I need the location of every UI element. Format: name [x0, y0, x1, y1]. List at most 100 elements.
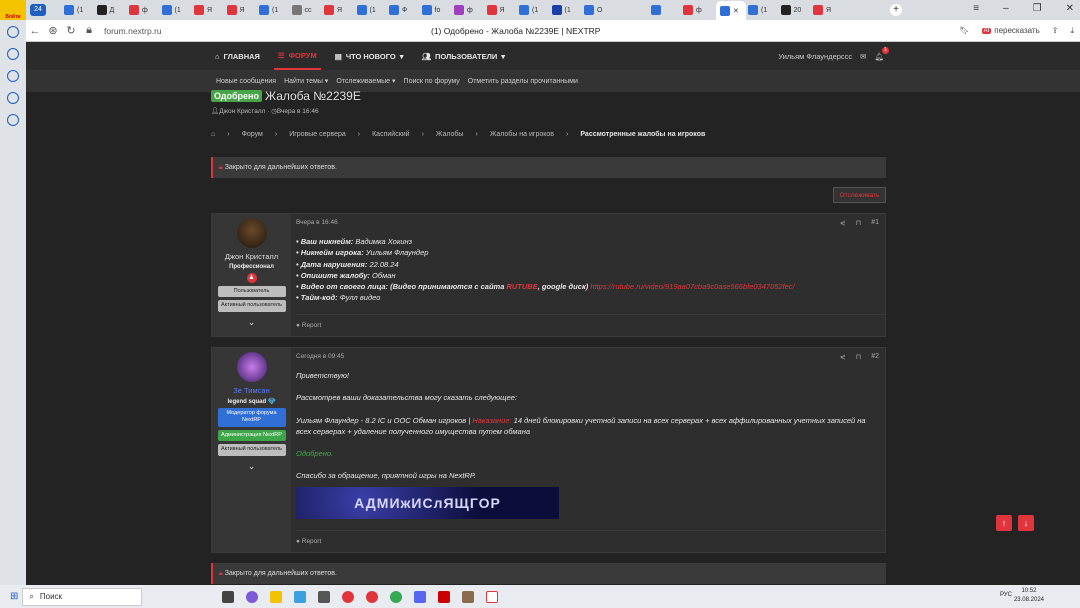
app-icon[interactable]: [318, 590, 331, 603]
translate-button[interactable]: AI пересказать: [981, 26, 1040, 35]
tab[interactable]: ф: [450, 2, 483, 18]
post-2-username[interactable]: Зе Тимсан: [212, 386, 291, 395]
calendar-icon[interactable]: [7, 92, 19, 104]
avatar[interactable]: [236, 218, 267, 248]
language-indicator[interactable]: РУС: [1000, 592, 1012, 598]
tab[interactable]: 20: [777, 2, 810, 18]
post-1-number[interactable]: #1: [871, 219, 879, 227]
opera-icon[interactable]: [342, 590, 355, 603]
chevron-down-icon[interactable]: ⌄: [212, 461, 291, 472]
tab[interactable]: Я: [190, 2, 223, 18]
minimize-icon[interactable]: –: [1003, 3, 1009, 14]
scroll-up-button[interactable]: ↑: [996, 515, 1012, 531]
tab[interactable]: [647, 2, 680, 18]
tab[interactable]: (1: [158, 2, 191, 18]
tab[interactable]: (1: [744, 2, 777, 18]
crumb-player-complaints[interactable]: Жалобы на игроков: [490, 131, 554, 138]
subnav-find-threads[interactable]: Найти темы ▾: [284, 77, 328, 85]
watch-button[interactable]: Отслеживать: [833, 187, 886, 203]
post-2-number[interactable]: #2: [871, 353, 879, 361]
app-icon[interactable]: [438, 590, 451, 603]
post-1-date[interactable]: Вчера в 16:46: [296, 219, 338, 226]
settings-icon[interactable]: [7, 114, 19, 126]
tab[interactable]: Ф: [385, 2, 418, 18]
report-button[interactable]: ● Report: [296, 314, 885, 336]
alerts-bell-icon[interactable]: 🔔︎ 1: [874, 46, 889, 61]
scroll-down-button[interactable]: ↓: [1018, 515, 1034, 531]
crumb-servers[interactable]: Игровые сервера: [289, 131, 346, 138]
home-icon[interactable]: ⌂: [211, 131, 215, 138]
yandex-icon[interactable]: [366, 590, 379, 603]
tab[interactable]: cc: [288, 2, 321, 18]
yandex-browser-icon[interactable]: [486, 590, 499, 603]
share-icon[interactable]: ⇪: [1052, 26, 1059, 35]
play-icon[interactable]: [7, 70, 19, 82]
subnav-mark-read[interactable]: Отметить разделы прочитанными: [468, 78, 578, 85]
windows-start-icon[interactable]: ⊞: [10, 591, 18, 602]
nav-forum[interactable]: ☰ ФОРУМ: [273, 42, 321, 70]
thread-author[interactable]: Джон Кристалл: [219, 108, 265, 115]
extensions-icon[interactable]: ⤓: [1070, 26, 1074, 36]
app-icon[interactable]: [270, 590, 283, 603]
video-link[interactable]: https://rutube.ru/video/919aa07cba9c0ase…: [590, 282, 794, 291]
bookmark-icon[interactable]: ⊓: [856, 219, 861, 227]
app-icon[interactable]: [462, 590, 475, 603]
app-icon[interactable]: [246, 590, 259, 603]
tab[interactable]: ф: [679, 2, 712, 18]
discord-icon[interactable]: [414, 590, 427, 603]
crumb-forum[interactable]: Форум: [242, 131, 263, 138]
clock[interactable]: 10:52 23.08.2024: [1014, 587, 1044, 605]
taskbar-search[interactable]: ⌕ Поиск: [22, 587, 143, 606]
tab[interactable]: (1: [548, 2, 581, 18]
restore-icon[interactable]: ❐: [1033, 3, 1042, 14]
crumb-complaints[interactable]: Жалобы: [436, 131, 464, 138]
crumb-server[interactable]: Каспийский: [372, 131, 409, 138]
url-field[interactable]: forum.nextrp.ru: [104, 26, 162, 36]
inbox-icon[interactable]: ✉: [860, 52, 866, 61]
task-view-icon[interactable]: [222, 590, 235, 603]
profile-badge[interactable]: 24: [30, 4, 46, 16]
yandex-home-icon[interactable]: ⊛: [44, 24, 62, 37]
tab-close-icon[interactable]: ✕: [733, 7, 739, 15]
bookmark-icon[interactable]: 🔖︎: [959, 26, 969, 35]
nav-whats-new[interactable]: ▤ ЧТО НОВОГО ▾: [331, 42, 408, 70]
tab[interactable]: Я: [483, 2, 516, 18]
tab[interactable]: Я: [223, 2, 256, 18]
tab[interactable]: (1: [515, 2, 548, 18]
app-icon[interactable]: [294, 590, 307, 603]
avatar[interactable]: [236, 352, 267, 382]
subnav-new-posts[interactable]: Новые сообщения: [216, 78, 276, 85]
nav-home[interactable]: ⌂ ГЛАВНАЯ: [211, 42, 264, 70]
tab[interactable]: Я: [809, 2, 842, 18]
menu-icon[interactable]: ≡: [973, 3, 979, 14]
user-menu[interactable]: Уильям Флаундерссс: [778, 52, 852, 61]
downloads-icon[interactable]: [7, 48, 19, 60]
crumb-reviewed[interactable]: Рассмотренные жалобы на игроков: [580, 131, 705, 138]
tab[interactable]: ф: [125, 2, 158, 18]
tab[interactable]: fo: [418, 2, 451, 18]
post-2-date[interactable]: Сегодня в 09:45: [296, 353, 344, 360]
share-icon[interactable]: ⋞: [840, 353, 846, 361]
back-icon[interactable]: ←: [26, 25, 44, 37]
report-button[interactable]: ● Report: [296, 530, 885, 552]
tab[interactable]: (1: [60, 2, 93, 18]
close-window-icon[interactable]: ✕: [1066, 3, 1074, 14]
chevron-down-icon[interactable]: ⌄: [212, 317, 291, 328]
bookmark-icon[interactable]: ⊓: [856, 353, 861, 361]
tab[interactable]: (1: [255, 2, 288, 18]
nav-users[interactable]: 👥︎ ПОЛЬЗОВАТЕЛИ ▾: [417, 42, 509, 70]
share-icon[interactable]: ⋞: [840, 219, 846, 227]
tab-active[interactable]: ✕: [716, 1, 746, 20]
tab[interactable]: Д: [93, 2, 126, 18]
subnav-search[interactable]: Поиск по форуму: [404, 78, 460, 85]
tab[interactable]: O: [580, 2, 613, 18]
new-tab-button[interactable]: +: [890, 4, 902, 16]
subnav-watched[interactable]: Отслеживаемые ▾: [336, 77, 395, 85]
post-1-username[interactable]: Джон Кристалл: [212, 252, 291, 261]
rutube-link[interactable]: RUTUBE: [506, 282, 537, 291]
chrome-icon[interactable]: [390, 590, 403, 603]
tab[interactable]: (1: [353, 2, 386, 18]
history-icon[interactable]: [7, 26, 19, 38]
reload-icon[interactable]: ↻: [62, 24, 80, 37]
tab[interactable]: Я: [320, 2, 353, 18]
